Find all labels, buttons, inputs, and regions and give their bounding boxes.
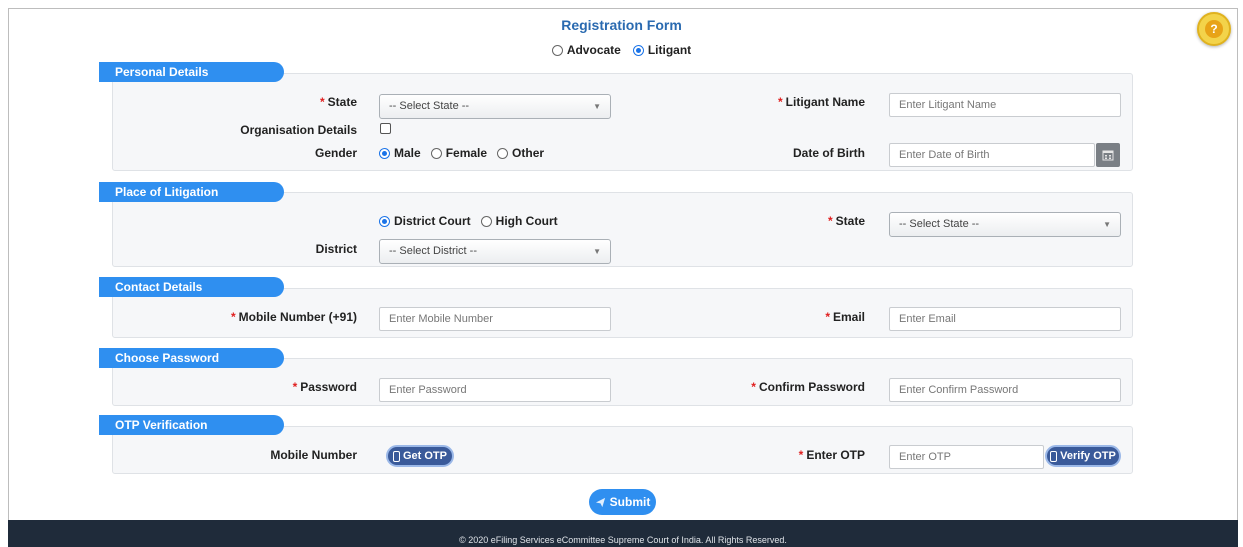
calendar-icon <box>1102 150 1114 161</box>
court-high[interactable]: High Court <box>480 214 558 228</box>
personal-state-select[interactable]: -- Select State -- ▼ <box>379 94 611 119</box>
gender-female[interactable]: Female <box>430 146 487 160</box>
confirm-password-input[interactable]: Enter Confirm Password <box>889 378 1121 402</box>
litigant-radio[interactable] <box>632 44 644 56</box>
confirm-password-label: * Confirm Password <box>751 380 865 394</box>
chevron-down-icon: ▼ <box>1103 220 1111 229</box>
mobile-number-input[interactable]: Enter Mobile Number <box>379 307 611 331</box>
place-of-litigation-header: Place of Litigation <box>99 182 284 202</box>
phone-icon <box>392 450 400 462</box>
gender-other[interactable]: Other <box>497 146 544 160</box>
district-label: District <box>315 242 357 256</box>
choose-password-header: Choose Password <box>99 348 284 368</box>
chevron-down-icon: ▼ <box>593 247 601 256</box>
advocate-label: Advocate <box>566 43 621 57</box>
litigant-name-input[interactable]: Enter Litigant Name <box>889 93 1121 117</box>
user-type-radio-group: Advocate Litigant <box>0 43 1243 57</box>
otp-mobile-number-label: Mobile Number <box>270 448 357 462</box>
other-radio[interactable] <box>497 147 509 159</box>
submit-button[interactable]: Submit <box>589 489 656 515</box>
send-icon <box>595 497 605 507</box>
date-of-birth-input[interactable]: Enter Date of Birth <box>889 143 1095 167</box>
verify-otp-button[interactable]: Verify OTP <box>1045 445 1121 467</box>
male-radio[interactable] <box>379 147 390 159</box>
password-label: * Password <box>292 380 357 394</box>
gender-male[interactable]: Male <box>379 146 421 160</box>
email-label: * Email <box>825 310 865 324</box>
court-district[interactable]: District Court <box>379 214 471 228</box>
place-state-select[interactable]: -- Select State -- ▼ <box>889 212 1121 237</box>
footer: © 2020 eFiling Services eCommittee Supre… <box>8 520 1238 547</box>
place-state-label: * State <box>827 214 865 228</box>
personal-state-label: * State <box>319 95 357 109</box>
email-input[interactable]: Enter Email <box>889 307 1121 331</box>
get-otp-button[interactable]: Get OTP <box>386 445 454 467</box>
password-input[interactable]: Enter Password <box>379 378 611 402</box>
litigant-name-label: * Litigant Name <box>777 95 865 109</box>
district-court-radio[interactable] <box>379 215 390 227</box>
contact-details-header: Contact Details <box>99 277 284 297</box>
date-of-birth-label: Date of Birth <box>793 146 865 160</box>
enter-otp-label: * Enter OTP <box>798 448 865 462</box>
high-court-radio[interactable] <box>480 215 492 227</box>
chevron-down-icon: ▼ <box>593 102 601 111</box>
gender-label: Gender <box>314 146 357 160</box>
user-type-advocate[interactable]: Advocate <box>551 43 621 57</box>
organisation-details-checkbox[interactable] <box>380 123 391 134</box>
court-type-radio-group: District Court High Court <box>379 214 558 228</box>
calendar-button[interactable] <box>1096 143 1120 167</box>
mobile-number-label: * Mobile Number (+91) <box>230 310 357 324</box>
personal-details-header: Personal Details <box>99 62 284 82</box>
footer-copyright: © 2020 eFiling Services eCommittee Supre… <box>459 535 787 545</box>
district-select[interactable]: -- Select District -- ▼ <box>379 239 611 264</box>
advocate-radio[interactable] <box>551 44 563 56</box>
user-type-litigant[interactable]: Litigant <box>632 43 692 57</box>
otp-input[interactable]: Enter OTP <box>889 445 1044 469</box>
litigant-label: Litigant <box>647 43 692 57</box>
female-radio[interactable] <box>430 147 442 159</box>
form-title: Registration Form <box>561 17 682 33</box>
gender-radio-group: Male Female Other <box>379 146 544 160</box>
organisation-details-label: Organisation Details <box>240 123 357 137</box>
otp-verification-header: OTP Verification <box>99 415 284 435</box>
phone-icon <box>1050 450 1058 462</box>
